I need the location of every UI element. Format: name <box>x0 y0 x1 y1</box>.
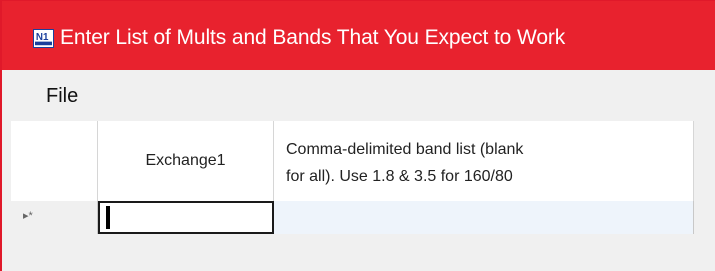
column-header-band-list[interactable]: Comma-delimited band list (blank for all… <box>274 121 694 201</box>
menu-bar: File <box>2 70 715 116</box>
data-grid: Exchange1 Comma-delimited band list (bla… <box>2 116 715 271</box>
band-list-cell[interactable] <box>274 201 694 234</box>
title-bar[interactable]: N1 Enter List of Mults and Bands That Yo… <box>2 1 715 70</box>
menu-file[interactable]: File <box>46 85 78 108</box>
new-row-indicator[interactable]: ▸* <box>11 201 98 234</box>
column-header-exchange1[interactable]: Exchange1 <box>98 121 274 201</box>
mults-bands-window: N1 Enter List of Mults and Bands That Yo… <box>0 0 715 271</box>
text-caret <box>106 206 110 229</box>
n1mm-logo-icon: N1 <box>33 29 54 48</box>
window-title: Enter List of Mults and Bands That You E… <box>60 26 566 49</box>
grid-corner-header[interactable] <box>11 121 98 201</box>
svg-text:N1: N1 <box>36 32 49 43</box>
exchange1-cell[interactable] <box>98 201 274 234</box>
